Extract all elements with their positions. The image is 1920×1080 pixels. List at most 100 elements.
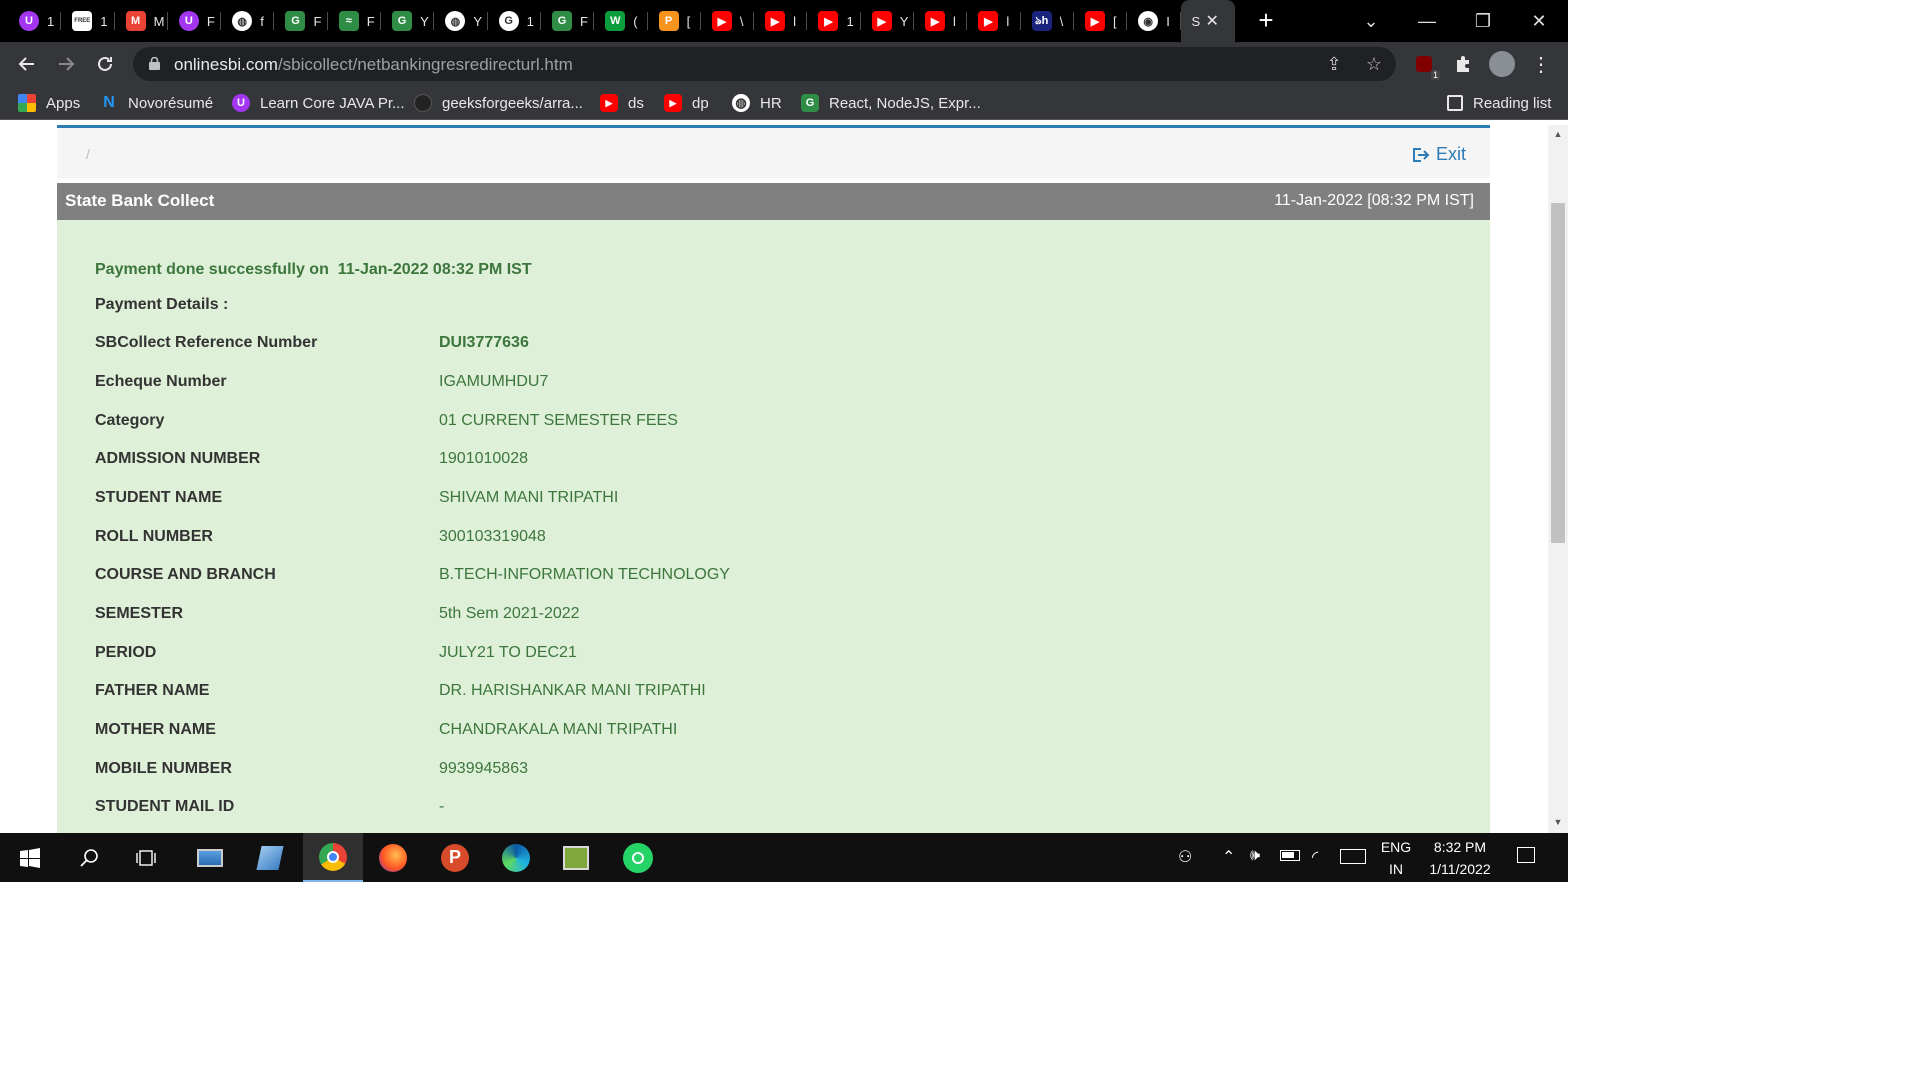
- page-title: State Bank Collect: [65, 191, 215, 210]
- address-bar[interactable]: onlinesbi.com/sbicollect/netbankingresre…: [133, 47, 1396, 81]
- browser-tab[interactable]: G1: [488, 0, 542, 42]
- firefox-icon[interactable]: [363, 833, 423, 882]
- bookmark-learn-java[interactable]: U Learn Core JAVA Pr...: [232, 93, 405, 113]
- browser-tab[interactable]: ▶ l: [914, 0, 968, 42]
- powerpoint-icon[interactable]: P: [425, 833, 485, 882]
- touch-keyboard-icon[interactable]: [1340, 847, 1366, 864]
- bookmark-label: dp: [692, 94, 709, 112]
- clock-date[interactable]: 1/11/2022: [1420, 861, 1500, 877]
- bookmark-label: Learn Core JAVA Pr...: [260, 94, 405, 112]
- restore-button[interactable]: ❐: [1455, 0, 1511, 42]
- gfg-icon: ≈: [338, 11, 359, 31]
- clock-time[interactable]: 8:32 PM: [1420, 839, 1500, 855]
- reading-list-button[interactable]: Reading list: [1447, 93, 1551, 113]
- bookmark-label: React, NodeJS, Expr...: [829, 94, 981, 112]
- photo-app-icon[interactable]: [546, 833, 606, 882]
- exit-label: Exit: [1435, 144, 1466, 164]
- url-path: /sbicollect/netbankingresredirecturl.htm: [277, 55, 573, 74]
- browser-tab[interactable]: ◍ f: [221, 0, 275, 42]
- browser-tab-active[interactable]: S ✕: [1180, 0, 1235, 42]
- battery-icon[interactable]: [1280, 847, 1300, 861]
- menu-kebab-icon[interactable]: ⋮: [1527, 50, 1555, 78]
- wifi-icon[interactable]: ◜: [1312, 847, 1318, 867]
- exit-link[interactable]: Exit: [1412, 144, 1466, 165]
- browser-tab[interactable]: GY: [381, 0, 435, 42]
- bookmark-label: Apps: [46, 94, 81, 112]
- extensions-puzzle-icon[interactable]: [1449, 50, 1477, 78]
- share-icon[interactable]: ⇪: [1324, 54, 1344, 74]
- browser-tab[interactable]: W(: [594, 0, 648, 42]
- browser-tab[interactable]: ◍ Y: [434, 0, 488, 42]
- browser-tab[interactable]: ▶ 1: [807, 0, 862, 42]
- scroll-up-icon[interactable]: ▲: [1548, 129, 1568, 139]
- browser-tab[interactable]: ▶ \: [701, 0, 755, 42]
- ublock-extension-icon[interactable]: 1: [1410, 50, 1440, 80]
- edge-icon[interactable]: [486, 833, 546, 882]
- scroll-thumb[interactable]: [1551, 203, 1565, 543]
- browser-tab[interactable]: UF: [168, 0, 222, 42]
- reload-button[interactable]: [90, 49, 120, 79]
- browser-tab[interactable]: ▶ l: [754, 0, 808, 42]
- forward-button[interactable]: [51, 49, 81, 79]
- browser-tab[interactable]: GF: [274, 0, 329, 42]
- task-view-icon[interactable]: [117, 833, 177, 882]
- browser-tab[interactable]: FREE 1: [61, 0, 115, 42]
- browser-tab[interactable]: ঌh \: [1021, 0, 1075, 42]
- youtube-icon: ▶: [978, 11, 999, 31]
- bookmark-ds[interactable]: ▶ ds: [600, 93, 644, 113]
- bookmark-star-icon[interactable]: ☆: [1364, 54, 1384, 74]
- success-time: 11-Jan-2022 08:32 PM IST: [333, 261, 532, 278]
- detail-label: SEMESTER: [95, 605, 184, 622]
- w-icon: W: [605, 11, 626, 31]
- browser-tab[interactable]: ≈ F: [328, 0, 382, 42]
- browser-tab[interactable]: ▶[: [1074, 0, 1128, 42]
- tab-title: \: [739, 13, 744, 29]
- detail-row: MOBILE NUMBER 9939945863: [95, 760, 1395, 782]
- bookmark-hr[interactable]: ◍ HR: [732, 93, 782, 113]
- notepad-icon[interactable]: [240, 833, 300, 882]
- bookmark-novoresume[interactable]: N Novorésumé: [100, 93, 213, 113]
- back-button[interactable]: [12, 49, 42, 79]
- tab-search-icon[interactable]: ⌄: [1343, 0, 1399, 42]
- browser-tab[interactable]: GF: [541, 0, 595, 42]
- windows-start-icon[interactable]: [0, 833, 60, 882]
- browser-tab[interactable]: ▶ l: [967, 0, 1021, 42]
- detail-row: MOTHER NAME CHANDRAKALA MANI TRIPATHI: [95, 721, 1395, 743]
- browser-tab[interactable]: U1: [8, 0, 62, 42]
- language-code[interactable]: ENG: [1378, 839, 1414, 855]
- detail-label: ROLL NUMBER: [95, 528, 213, 545]
- detail-row: COURSE AND BRANCH B.TECH-INFORMATION TECH…: [95, 566, 1395, 588]
- globe-icon: ◍: [445, 11, 466, 31]
- show-hidden-icons-chevron-icon[interactable]: ⌃: [1222, 847, 1235, 867]
- laptop-icon[interactable]: [180, 833, 240, 882]
- whatsapp-icon[interactable]: [608, 833, 668, 882]
- notification-center-icon[interactable]: [1517, 847, 1535, 863]
- bookmark-apps[interactable]: Apps: [18, 93, 80, 113]
- breadcrumb-bar: / Exit: [57, 128, 1490, 178]
- tab-title: 1: [47, 13, 55, 29]
- people-icon[interactable]: ⚇: [1178, 847, 1192, 867]
- region-code[interactable]: IN: [1378, 861, 1414, 877]
- scroll-down-icon[interactable]: ▼: [1548, 817, 1568, 827]
- udemy-icon: U: [19, 11, 39, 31]
- close-window-button[interactable]: ✕: [1511, 0, 1567, 42]
- close-tab-icon[interactable]: ✕: [1206, 11, 1219, 31]
- browser-tab[interactable]: P[: [648, 0, 702, 42]
- profile-avatar[interactable]: [1488, 50, 1516, 78]
- volume-icon[interactable]: 🕪: [1250, 847, 1260, 865]
- bookmark-gfg-github[interactable]: geeksforgeeks/arra...: [414, 93, 583, 113]
- browser-tab[interactable]: ▶ Y: [861, 0, 915, 42]
- bookmark-dp[interactable]: ▶ dp: [664, 93, 709, 113]
- browser-tab[interactable]: ◉ I: [1127, 0, 1181, 42]
- chrome-icon[interactable]: [303, 833, 363, 882]
- payment-success-message: Payment done successfully on 11-Jan-2022…: [95, 261, 532, 279]
- page-scrollbar[interactable]: ▲ ▼: [1548, 125, 1568, 833]
- tab-title: M: [153, 13, 164, 29]
- bookmark-react-node[interactable]: G React, NodeJS, Expr...: [801, 93, 981, 113]
- freecodecamp-icon: FREE: [72, 11, 93, 31]
- browser-tab[interactable]: MM: [115, 0, 169, 42]
- search-icon[interactable]: [60, 833, 120, 882]
- new-tab-button[interactable]: +: [1254, 7, 1278, 33]
- detail-row: Category 01 CURRENT SEMESTER FEES: [95, 412, 1395, 434]
- minimize-button[interactable]: —: [1399, 0, 1455, 42]
